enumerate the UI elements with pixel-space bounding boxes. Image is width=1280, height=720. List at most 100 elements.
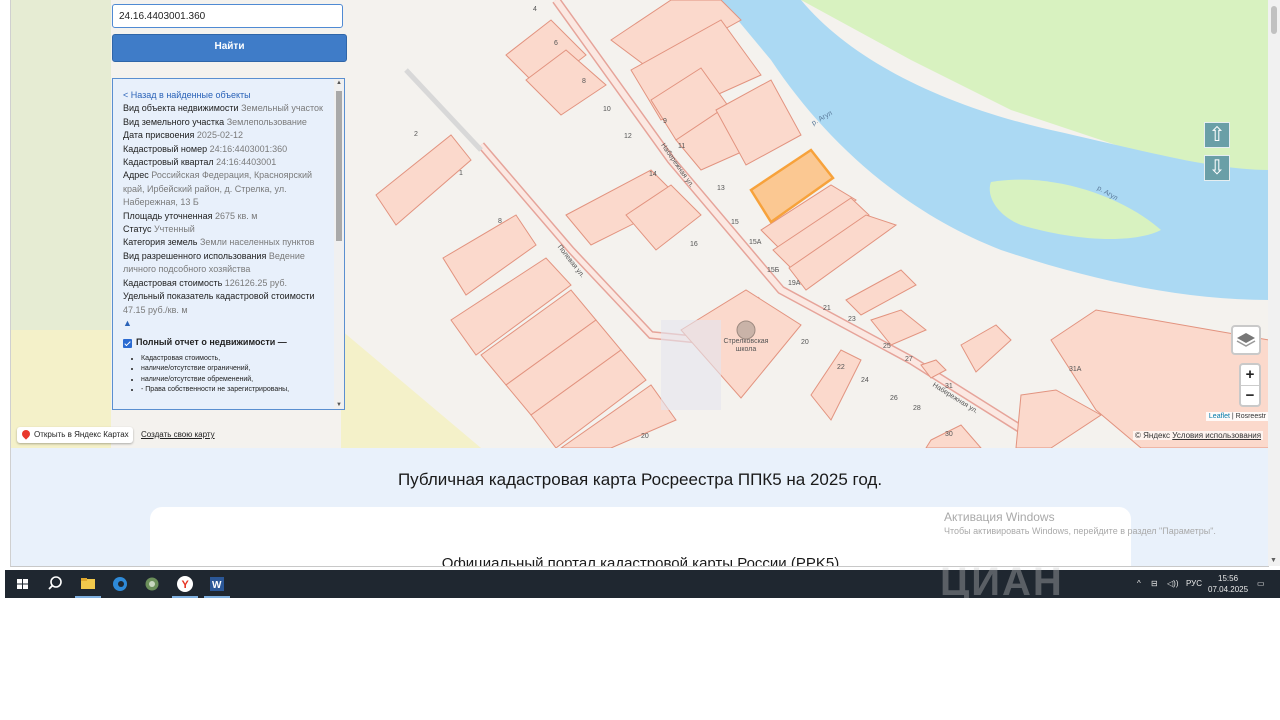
start-button[interactable]	[7, 570, 39, 598]
network-icon[interactable]: ⊟	[1151, 570, 1158, 598]
info-value: 126126.25 руб.	[224, 277, 287, 288]
full-report-checkbox[interactable]	[123, 338, 132, 348]
layers-button[interactable]	[1231, 325, 1261, 355]
folder-icon	[81, 578, 95, 589]
parcel-number: 11	[678, 143, 686, 150]
svg-text:Y: Y	[182, 579, 190, 591]
info-row: Вид объекта недвижимости Земельный участ…	[123, 102, 328, 115]
info-value: 47.15 руб./кв. м	[123, 304, 188, 315]
back-to-results-link[interactable]: < Назад в найденные объекты	[123, 89, 328, 102]
edge-browser-icon	[113, 577, 127, 591]
parcel-number: 9	[663, 118, 667, 125]
parcel-number: 22	[837, 364, 845, 371]
parcel-number: 25	[883, 343, 891, 350]
input-language[interactable]: РУС	[1186, 570, 1202, 598]
taskbar-yandex-browser[interactable]: Y	[169, 570, 201, 598]
clock-time: 15:56	[1218, 574, 1239, 583]
info-label: Площадь уточненная	[123, 210, 213, 221]
map-pin-icon	[20, 428, 32, 440]
info-row: Площадь уточненная 2675 кв. м	[123, 210, 328, 223]
scroll-down-arrow-icon[interactable]: ▼	[1270, 557, 1277, 564]
parcel-number: 8	[498, 218, 502, 225]
taskbar-app[interactable]	[136, 570, 168, 598]
parcel-number: 24	[861, 377, 869, 384]
report-items-list: Кадастровая стоимость, наличие/отсутстви…	[123, 354, 328, 396]
parcel-number: 6	[554, 40, 558, 47]
parcel-number: 27	[905, 356, 913, 363]
search-button[interactable]	[39, 570, 71, 598]
watermark-logo: ЦИАН	[940, 560, 1064, 598]
info-label: Дата присвоения	[123, 130, 195, 141]
report-item: наличие/отсутствие обременений,	[141, 375, 328, 386]
parcel-number: 13	[717, 185, 725, 192]
page-title: Публичная кадастровая карта Росреестра П…	[397, 470, 883, 489]
info-label: Статус	[123, 224, 152, 235]
info-row: Дата присвоения 2025-02-12	[123, 129, 328, 142]
zoom-out-button[interactable]: −	[1241, 386, 1259, 406]
page-scrollbar[interactable]: ▼	[1268, 0, 1280, 566]
windows-taskbar: Y W ^ ⊟ ◁)) РУС 15:56 07.04.2025 ▭	[5, 570, 1280, 598]
parcel-number: 4	[533, 6, 537, 13]
info-label: Вид земельного участка	[123, 116, 225, 127]
parcel-number: 1	[459, 170, 463, 177]
tray-chevron-icon[interactable]: ^	[1137, 570, 1141, 598]
open-in-yandex-maps-button[interactable]: Открыть в Яндекс Картах	[17, 427, 133, 443]
move-down-button[interactable]: ⇩	[1204, 155, 1230, 181]
app-icon	[145, 577, 159, 591]
activation-subtitle: Чтобы активировать Windows, перейдите в …	[944, 526, 1216, 536]
yandex-browser-icon: Y	[177, 576, 193, 592]
terms-of-use-link[interactable]: Условия использования	[1172, 431, 1261, 440]
parcel-number: 28	[913, 405, 921, 412]
parcel-number: 15А	[749, 239, 762, 246]
clock-date: 07.04.2025	[1208, 585, 1249, 594]
leaflet-link[interactable]: Leaflet	[1209, 413, 1230, 420]
info-value: Учтенный	[153, 224, 195, 235]
create-your-map-link[interactable]: Создать свою карту	[141, 427, 215, 443]
zoom-in-button[interactable]: +	[1241, 365, 1259, 386]
scroll-up-arrow-icon[interactable]: ▲	[336, 80, 342, 86]
info-label: Кадастровая стоимость	[123, 277, 223, 288]
parcel-number: 21	[823, 305, 831, 312]
info-row: Кадастровая стоимость 126126.25 руб.	[123, 277, 328, 290]
cadastral-map[interactable]: р. Агул р. Агул Набережная ул. Набережна…	[11, 0, 1269, 448]
map-attribution: Leaflet | Rosreestr	[1205, 412, 1269, 421]
parcel-number: 30	[945, 431, 953, 438]
info-value: 2675 кв. м	[215, 210, 258, 221]
taskbar-clock[interactable]: 15:56 07.04.2025	[1208, 573, 1248, 595]
layers-icon	[1236, 333, 1256, 347]
info-label: Вид объекта недвижимости	[123, 103, 239, 114]
info-row: Адрес Российская Федерация, Красноярский…	[123, 169, 328, 209]
info-row: Кадастровый номер 24:16:4403001:360	[123, 143, 328, 156]
report-item: - Права собственности не зарегистрирован…	[141, 385, 328, 396]
screen: р. Агул р. Агул Набережная ул. Набережна…	[0, 0, 1280, 598]
scroll-down-arrow-icon[interactable]: ▼	[336, 402, 342, 408]
page-scrollbar-thumb[interactable]	[1271, 6, 1277, 34]
object-info-panel[interactable]: < Назад в найденные объекты Вид объекта …	[112, 78, 345, 410]
volume-icon[interactable]: ◁))	[1167, 570, 1178, 598]
zoom-control: + −	[1239, 363, 1261, 407]
find-button[interactable]: Найти	[112, 34, 347, 62]
move-up-button[interactable]: ⇧	[1204, 122, 1230, 148]
info-panel-scrollbar[interactable]: ▲ ▼	[334, 79, 344, 409]
scrollbar-thumb[interactable]	[336, 91, 342, 241]
parcel-number: 16	[690, 241, 698, 248]
report-item: наличие/отсутствие ограничений,	[141, 364, 328, 375]
collapse-toggle[interactable]: ▲	[123, 317, 328, 330]
taskbar-browser-edge[interactable]	[104, 570, 136, 598]
report-item: Кадастровая стоимость,	[141, 354, 328, 365]
info-row: Статус Учтенный	[123, 223, 328, 236]
info-value: Землепользование	[226, 116, 307, 127]
yandex-copyright-prefix: © Яндекс	[1135, 431, 1171, 440]
full-report-option[interactable]: Полный отчет о недвижимости —	[123, 336, 328, 349]
info-label: Категория земель	[123, 237, 198, 248]
info-row: Вид земельного участка Землепользование	[123, 116, 328, 129]
object-info-body: < Назад в найденные объекты Вид объекта …	[123, 89, 328, 396]
cadastral-search-input[interactable]	[112, 4, 343, 28]
parcel-number: 10	[603, 106, 611, 113]
parcel-number: 20	[801, 339, 809, 346]
taskbar-word[interactable]: W	[201, 570, 233, 598]
taskbar-file-explorer[interactable]	[72, 570, 104, 598]
info-label: Вид разрешенного использования	[123, 250, 267, 261]
notifications-icon[interactable]: ▭	[1257, 570, 1265, 598]
info-value: Земельный участок	[241, 103, 323, 114]
